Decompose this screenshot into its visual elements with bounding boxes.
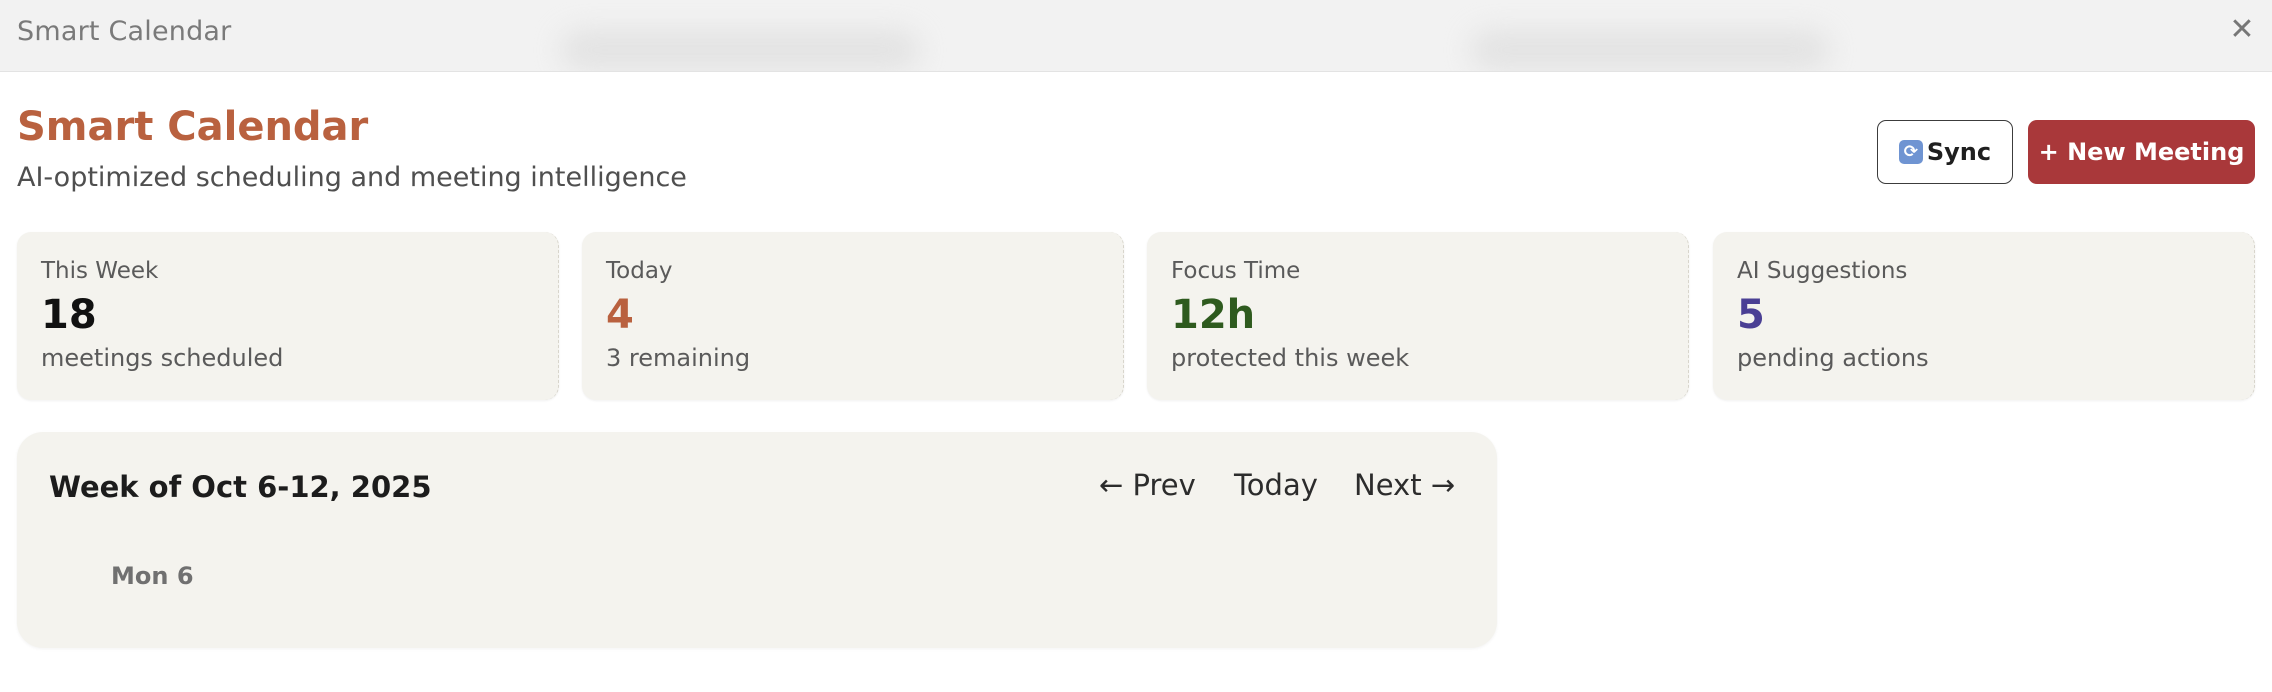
stat-value: 5: [1737, 292, 1765, 338]
window-titlebar: Smart Calendar ✕: [0, 0, 2272, 72]
stat-card-today: Today 4 3 remaining: [582, 232, 1124, 400]
new-meeting-button[interactable]: + New Meeting: [2028, 120, 2255, 184]
stat-value: 12h: [1171, 292, 1256, 338]
stat-value: 4: [606, 292, 634, 338]
stat-subtext: 3 remaining: [606, 344, 751, 372]
refresh-icon: ⟳: [1898, 140, 1923, 164]
prev-week-button[interactable]: ← Prev: [1099, 468, 1196, 502]
next-week-button[interactable]: Next →: [1354, 468, 1455, 502]
titlebar-blur: [1470, 30, 1830, 70]
stat-card-ai-suggestions: AI Suggestions 5 pending actions: [1713, 232, 2255, 400]
stat-subtext: protected this week: [1171, 344, 1410, 372]
stat-card-this-week: This Week 18 meetings scheduled: [17, 232, 559, 400]
stat-label: This Week: [41, 258, 159, 284]
week-calendar: Week of Oct 6-12, 2025 ← Prev Today Next…: [17, 432, 1497, 648]
close-icon[interactable]: ✕: [2228, 14, 2256, 46]
page-subtitle: AI-optimized scheduling and meeting inte…: [17, 162, 687, 193]
sync-button[interactable]: ⟳ Sync: [1877, 120, 2013, 184]
stat-label: AI Suggestions: [1737, 258, 1908, 284]
page-title: Smart Calendar: [17, 104, 369, 150]
stat-subtext: pending actions: [1737, 344, 1929, 372]
day-header-mon: Mon 6: [111, 562, 194, 590]
today-button[interactable]: Today: [1234, 468, 1318, 502]
titlebar-blur: [560, 30, 920, 70]
stat-label: Today: [606, 258, 673, 284]
stat-label: Focus Time: [1171, 258, 1301, 284]
sync-button-label: Sync: [1926, 138, 1992, 166]
stat-card-focus-time: Focus Time 12h protected this week: [1147, 232, 1689, 400]
window-title: Smart Calendar: [17, 16, 232, 47]
stat-value: 18: [41, 292, 97, 338]
week-title: Week of Oct 6-12, 2025: [49, 470, 432, 504]
stat-subtext: meetings scheduled: [41, 344, 284, 372]
